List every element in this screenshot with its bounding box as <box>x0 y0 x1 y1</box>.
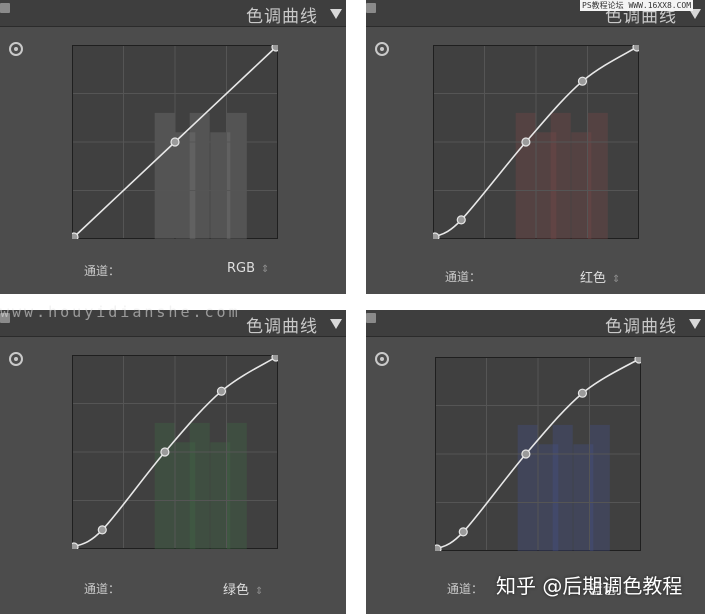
curve-svg[interactable] <box>435 357 641 551</box>
collapse-triangle-icon[interactable] <box>330 9 342 19</box>
watermark-top-right: PS教程论坛 WWW.16XX8.COM <box>580 0 694 11</box>
panel-title: 色调曲线 <box>605 317 677 337</box>
channel-select[interactable]: 绿色 ⇕ <box>223 579 263 598</box>
watermark-zhihu: 知乎 @后期调色教程 <box>496 574 683 598</box>
curve-control-point[interactable] <box>216 386 227 396</box>
channel-select-value: 绿色 <box>223 583 250 598</box>
panel-title: 色调曲线 <box>246 317 318 337</box>
watermark-middle: www.houyidianshe.com <box>0 303 241 321</box>
histogram-bar <box>550 112 571 239</box>
target-adjustment-icon[interactable] <box>375 352 389 366</box>
channel-select-value: RGB <box>227 261 256 276</box>
curve-control-point[interactable] <box>458 527 468 537</box>
updown-arrow-icon: ⇕ <box>255 586 264 597</box>
tone-curve-panel-rgb: 色调曲线 通道： RGB ⇕ <box>0 0 346 294</box>
histogram-bar <box>587 112 608 239</box>
channel-label: 通道： <box>447 582 484 596</box>
curve-svg[interactable] <box>433 45 639 239</box>
histogram-bar <box>189 112 210 239</box>
curve-control-point[interactable] <box>170 137 180 147</box>
curve-plot[interactable] <box>433 45 639 239</box>
tone-curve-panel-red: 色调曲线 通道： 红色 ⇕ <box>366 0 705 294</box>
curve-plot[interactable] <box>72 45 278 239</box>
curve-control-point[interactable] <box>433 232 440 239</box>
panel-header: 色调曲线 <box>366 310 705 337</box>
channel-select[interactable]: RGB ⇕ <box>227 261 269 276</box>
channel-select-value: 红色 <box>580 271 607 286</box>
histogram-bar <box>515 112 536 239</box>
panel-title: 色调曲线 <box>246 7 318 27</box>
histogram-bar <box>154 422 175 549</box>
tone-curve-panel-green: 色调曲线 通道： 绿色 ⇕ <box>0 310 346 614</box>
curve-control-point[interactable] <box>521 449 531 459</box>
curve-control-point[interactable] <box>435 544 442 551</box>
histogram-bar <box>589 424 610 551</box>
curve-control-point[interactable] <box>577 388 588 398</box>
panel-toggle-icon[interactable] <box>0 3 10 13</box>
histogram-bar <box>154 112 175 239</box>
curve-control-point[interactable] <box>271 355 278 362</box>
target-adjustment-icon[interactable] <box>9 42 23 56</box>
curve-plot[interactable] <box>72 355 278 549</box>
collapse-triangle-icon[interactable] <box>689 319 701 329</box>
histogram-bar <box>552 424 573 551</box>
target-adjustment-icon[interactable] <box>9 352 23 366</box>
panel-toggle-icon[interactable] <box>366 313 376 323</box>
histogram-bar <box>189 422 210 549</box>
curve-control-point[interactable] <box>456 215 466 225</box>
curve-control-point[interactable] <box>271 45 278 52</box>
curve-control-point[interactable] <box>577 76 588 86</box>
channel-select[interactable]: 红色 ⇕ <box>580 267 620 286</box>
panel-header: 色调曲线 <box>0 0 346 27</box>
target-adjustment-icon[interactable] <box>375 42 389 56</box>
collapse-triangle-icon[interactable] <box>330 319 342 329</box>
curve-control-point[interactable] <box>160 447 170 457</box>
tone-curve-panel-blue: 色调曲线 通道： 蓝色 ⇕ <box>366 310 705 614</box>
curve-control-point[interactable] <box>632 45 639 52</box>
curve-svg[interactable] <box>72 355 278 549</box>
curve-control-point[interactable] <box>634 357 641 364</box>
curve-control-point[interactable] <box>72 542 79 549</box>
curve-svg[interactable] <box>72 45 278 239</box>
channel-label: 通道： <box>445 270 482 284</box>
curve-control-point[interactable] <box>72 232 79 239</box>
panel-toggle-icon[interactable] <box>366 3 376 13</box>
updown-arrow-icon: ⇕ <box>261 264 270 275</box>
channel-label: 通道： <box>84 264 121 278</box>
histogram-bar <box>226 422 247 549</box>
curve-control-point[interactable] <box>97 525 107 535</box>
histogram-bar <box>226 112 247 239</box>
channel-label: 通道： <box>84 582 121 596</box>
curve-plot[interactable] <box>435 357 641 551</box>
updown-arrow-icon: ⇕ <box>612 274 621 285</box>
curve-control-point[interactable] <box>521 137 531 147</box>
